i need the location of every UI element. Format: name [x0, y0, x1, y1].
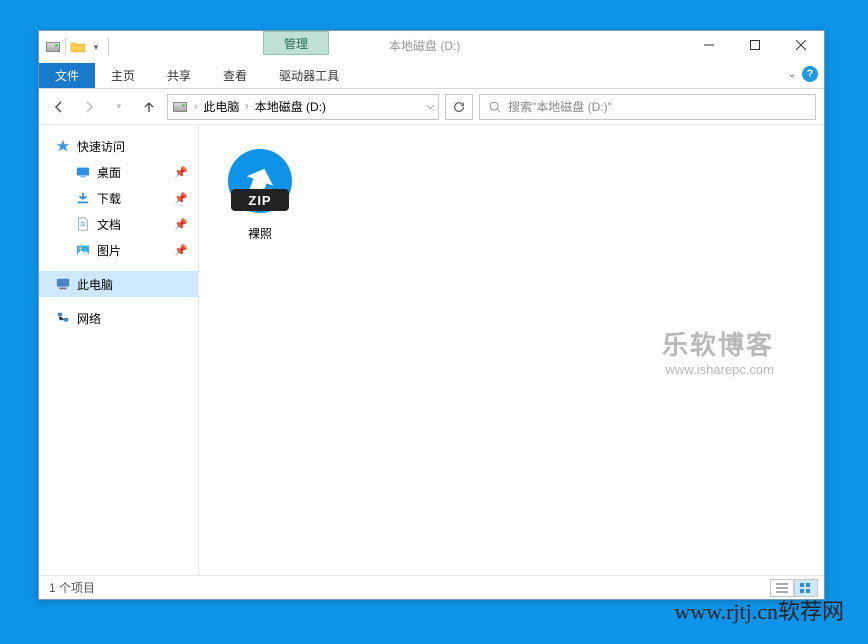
recent-dropdown-icon[interactable]: ▾: [107, 95, 131, 119]
zip-badge: ZIP: [231, 189, 289, 211]
chevron-right-icon: ›: [245, 101, 248, 112]
search-icon: [488, 100, 502, 114]
pictures-icon: [75, 242, 91, 258]
maximize-button[interactable]: [732, 31, 778, 59]
drive-icon: [45, 39, 61, 55]
tab-home[interactable]: 主页: [95, 63, 151, 88]
breadcrumb-current[interactable]: 本地磁盘 (D:): [255, 98, 326, 115]
page-watermark: www.rjtj.cn软荐网: [674, 594, 844, 626]
sidebar-pictures[interactable]: 图片 📌: [39, 237, 198, 263]
tab-drive-tools[interactable]: 驱动器工具: [263, 63, 355, 88]
forward-button[interactable]: [77, 95, 101, 119]
sidebar-item-label: 下载: [97, 190, 121, 207]
sidebar-downloads[interactable]: 下载 📌: [39, 185, 198, 211]
sidebar-this-pc[interactable]: 此电脑: [39, 271, 198, 297]
qat-dropdown-icon[interactable]: ▾: [88, 39, 104, 55]
pin-icon: 📌: [174, 218, 188, 231]
zip-file-icon: ZIP: [220, 141, 300, 221]
file-item[interactable]: ZIP 裸照: [215, 141, 305, 242]
computer-icon: [55, 276, 71, 292]
ribbon-expand-icon[interactable]: ⌄: [788, 69, 796, 80]
pin-icon: 📌: [174, 192, 188, 205]
refresh-button[interactable]: [445, 94, 473, 120]
address-bar: ▾ › 此电脑 › 本地磁盘 (D:) ⌵ 搜索"本地磁盘 (D:)": [39, 89, 824, 125]
ribbon-tabs: 文件 主页 共享 查看 驱动器工具 ⌄ ?: [39, 63, 824, 89]
explorer-window: ▾ 管理 本地磁盘 (D:) 文件 主页 共享 查看 驱动器工具 ⌄ ? ▾ ›: [38, 30, 825, 600]
document-icon: [75, 216, 91, 232]
tab-view[interactable]: 查看: [207, 63, 263, 88]
window-title: 本地磁盘 (D:): [389, 37, 460, 54]
address-dropdown-icon[interactable]: ⌵: [426, 101, 434, 112]
watermark: 乐软博客 www.isharepc.com: [662, 325, 774, 377]
help-icon[interactable]: ?: [802, 66, 818, 82]
titlebar: ▾ 管理 本地磁盘 (D:): [39, 31, 824, 63]
tab-share[interactable]: 共享: [151, 63, 207, 88]
desktop-icon: [75, 164, 91, 180]
search-input[interactable]: 搜索"本地磁盘 (D:)": [479, 94, 816, 120]
drive-icon: [172, 99, 188, 115]
sidebar-item-label: 网络: [77, 310, 101, 327]
download-icon: [75, 190, 91, 206]
breadcrumb-root[interactable]: 此电脑: [203, 98, 239, 115]
context-tab-group: 管理: [263, 31, 329, 55]
folder-icon[interactable]: [70, 39, 86, 55]
sidebar: 快速访问 桌面 📌 下载 📌 文档 📌 图片 📌: [39, 125, 199, 575]
network-icon: [55, 310, 71, 326]
sidebar-documents[interactable]: 文档 📌: [39, 211, 198, 237]
up-button[interactable]: [137, 95, 161, 119]
star-icon: [55, 138, 71, 154]
close-button[interactable]: [778, 31, 824, 59]
sidebar-quick-access[interactable]: 快速访问: [39, 133, 198, 159]
minimize-button[interactable]: [686, 31, 732, 59]
sidebar-desktop[interactable]: 桌面 📌: [39, 159, 198, 185]
address-field[interactable]: › 此电脑 › 本地磁盘 (D:) ⌵: [167, 94, 439, 120]
sidebar-item-label: 此电脑: [77, 276, 113, 293]
sidebar-network[interactable]: 网络: [39, 305, 198, 331]
chevron-right-icon: ›: [194, 101, 197, 112]
sidebar-item-label: 图片: [97, 242, 121, 259]
pin-icon: 📌: [174, 244, 188, 257]
sidebar-item-label: 桌面: [97, 164, 121, 181]
file-list-area[interactable]: ZIP 裸照 乐软博客 www.isharepc.com: [199, 125, 824, 575]
tab-file[interactable]: 文件: [39, 63, 95, 88]
sidebar-item-label: 快速访问: [77, 138, 125, 155]
back-button[interactable]: [47, 95, 71, 119]
sidebar-item-label: 文档: [97, 216, 121, 233]
file-name: 裸照: [248, 225, 272, 242]
search-placeholder: 搜索"本地磁盘 (D:)": [508, 98, 612, 115]
pin-icon: 📌: [174, 166, 188, 179]
status-text: 1 个项目: [49, 579, 95, 596]
